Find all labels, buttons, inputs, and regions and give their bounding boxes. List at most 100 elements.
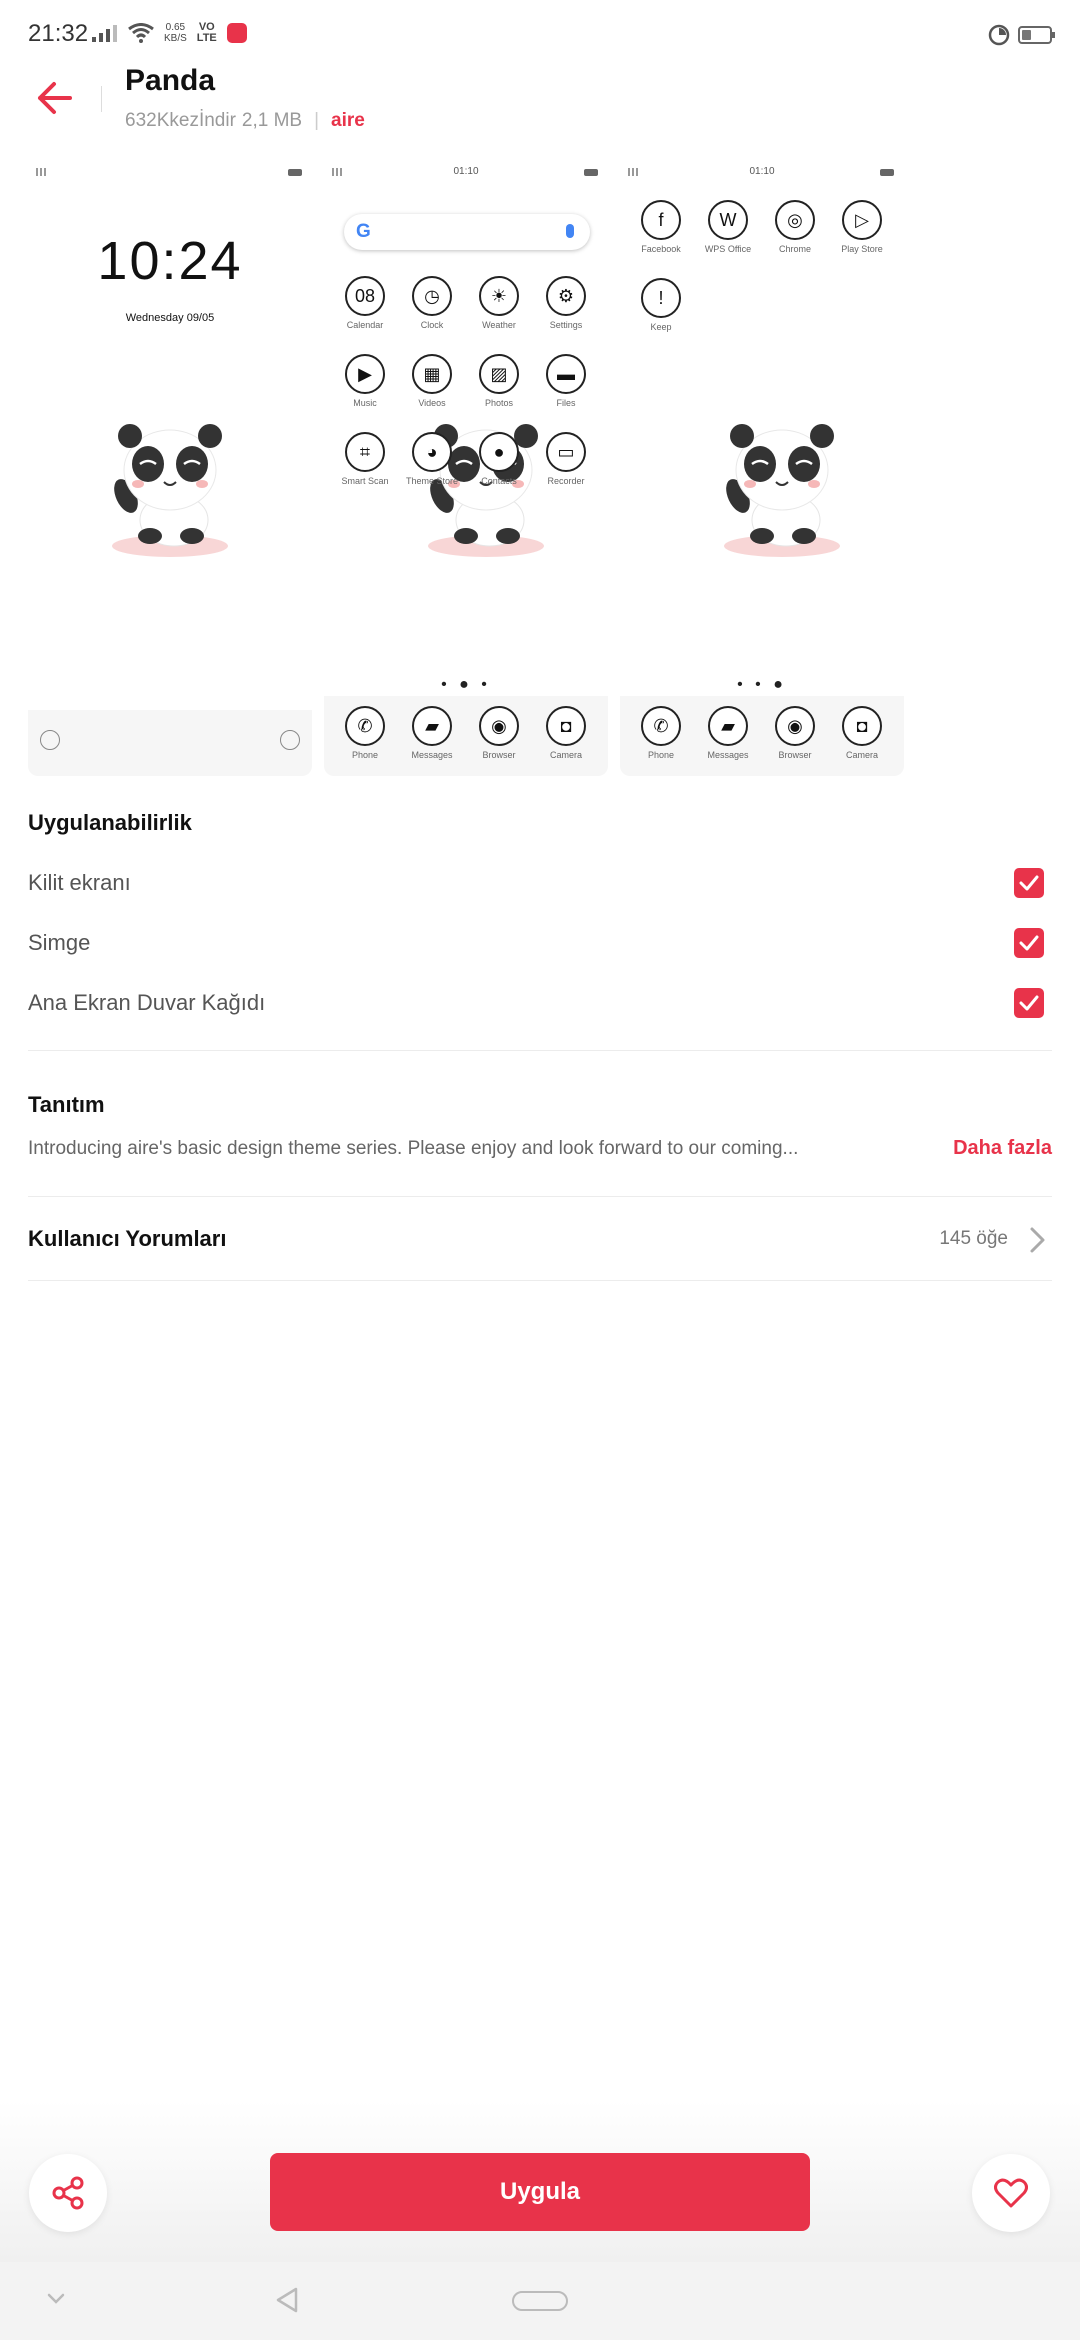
reviews-title: Kullanıcı Yorumları (28, 1226, 227, 1251)
check-icon (1019, 935, 1039, 951)
page-indicator: • ● • (441, 676, 491, 693)
option-home-wallpaper[interactable]: Ana Ekran Duvar Kağıdı (0, 974, 1080, 1034)
download-count: 632Kkezİndir (125, 110, 236, 131)
contacts-icon: ● (479, 432, 519, 472)
heart-icon (994, 2178, 1028, 2208)
share-button[interactable] (29, 2154, 107, 2232)
panda-wallpaper (724, 424, 840, 557)
status-icons: 0.65 KB/S VO LTE (92, 22, 247, 44)
data-saver-icon (988, 24, 1010, 46)
panda-wallpaper (112, 424, 228, 557)
chevron-right-icon (1030, 1227, 1045, 1253)
lock-shortcut-left-icon (40, 730, 60, 750)
browser-icon: ◉ (775, 706, 815, 746)
battery-area (988, 24, 1055, 46)
messages-icon: ▰ (708, 706, 748, 746)
preview-app-wps-office: W WPS Office (697, 200, 759, 254)
battery-icon (1018, 26, 1055, 44)
play-store-icon: ▷ (842, 200, 882, 240)
home2-dock: ✆ Phone ▰ Messages ◉ Browser ◘ Camera (620, 696, 904, 776)
chevron-down-icon[interactable] (46, 2292, 66, 2306)
preview-app-phone: ✆ Phone (630, 706, 692, 760)
preview-app-theme-store: ◕ Theme Store (401, 432, 463, 486)
page-indicator: • • ● (737, 676, 787, 693)
preview-app-videos: ▦ Videos (401, 354, 463, 408)
preview-app-recorder: ▭ Recorder (535, 432, 597, 486)
author-link[interactable]: aire (331, 110, 365, 132)
preview-app-play-store: ▷ Play Store (831, 200, 893, 254)
check-icon (1019, 875, 1039, 891)
google-search-widget: G (344, 214, 590, 250)
volte-indicator: VO LTE (196, 21, 217, 44)
lock-date: Wednesday 09/05 (125, 312, 215, 324)
preview-app-photos: ▨ Photos (468, 354, 530, 408)
clock-icon: ◷ (412, 276, 452, 316)
cell-signal-icon (92, 25, 117, 42)
arrow-left-icon (38, 82, 72, 114)
meta-separator: | (314, 110, 320, 131)
lock-screen-checkbox[interactable] (1014, 868, 1044, 898)
wifi-icon (128, 23, 154, 43)
camera-icon: ◘ (546, 706, 586, 746)
messages-icon: ▰ (412, 706, 452, 746)
preview-app-camera: ◘ Camera (535, 706, 597, 760)
divider (28, 1050, 1052, 1051)
back-triangle-icon[interactable] (274, 2286, 300, 2314)
preview-app-settings: ⚙ Settings (535, 276, 597, 330)
calendar-icon: 08 (345, 276, 385, 316)
applicability-title: Uygulanabilirlik (28, 810, 192, 835)
preview-app-keep: ! Keep (630, 278, 692, 332)
preview-app-facebook: f Facebook (630, 200, 692, 254)
intro-text: Introducing aire's basic design theme se… (28, 1138, 799, 1159)
phone-icon: ✆ (641, 706, 681, 746)
recorder-icon: ▭ (546, 432, 586, 472)
icons-checkbox[interactable] (1014, 928, 1044, 958)
preview-app-smart-scan: ⌗ Smart Scan (334, 432, 396, 486)
theme-title: Panda (125, 64, 216, 97)
preview-app-messages: ▰ Messages (697, 706, 759, 760)
preview-app-messages: ▰ Messages (401, 706, 463, 760)
keep-icon: ! (641, 278, 681, 318)
user-reviews-row[interactable]: Kullanıcı Yorumları 145 öğe (0, 1210, 1080, 1268)
preview-app-music: ▶ Music (334, 354, 396, 408)
lock-bottom-shortcuts (28, 710, 312, 776)
option-icons[interactable]: Simge (0, 914, 1080, 974)
notification-app-icon (226, 23, 247, 43)
google-logo-icon: G (356, 221, 371, 242)
check-icon (1019, 995, 1039, 1011)
photos-icon: ▨ (479, 354, 519, 394)
preview-app-browser: ◉ Browser (468, 706, 530, 760)
preview-app-files: ▬ Files (535, 354, 597, 408)
preview-home-screen-1[interactable]: 01:10 G 08 Calendar ◷ Clock ☀ Weather ⚙ Setting… (324, 158, 608, 776)
videos-icon: ▦ (412, 354, 452, 394)
preview-lock-screen[interactable]: 10:24 Wednesday 09/05 (28, 158, 312, 776)
status-time: 21:32 (28, 20, 89, 47)
preview-app-clock: ◷ Clock (401, 276, 463, 330)
back-button[interactable] (36, 80, 90, 120)
preview-app-phone: ✆ Phone (334, 706, 396, 760)
apply-button[interactable]: Uygula (270, 2153, 810, 2231)
preview-app-calendar: 08 Calendar (334, 276, 396, 330)
preview-carousel[interactable]: 10:24 Wednesday 09/05 01:10 G 08 Calenda… (28, 158, 1080, 778)
settings-icon: ⚙ (546, 276, 586, 316)
home-button[interactable] (512, 2291, 568, 2311)
preview-home-screen-2[interactable]: 01:10 f Facebook W WPS Office ◎ Chrome ▷ Play S… (620, 158, 904, 776)
theme-meta: 632Kkezİndir 2,1 MB | aire (125, 110, 365, 132)
system-nav-bar (0, 2262, 1080, 2340)
divider (28, 1196, 1052, 1197)
preview-app-contacts: ● Contacts (468, 432, 530, 486)
theme-store-icon: ◕ (412, 432, 452, 472)
chrome-icon: ◎ (775, 200, 815, 240)
smart-scan-icon: ⌗ (345, 432, 385, 472)
reviews-count: 145 öğe (939, 1228, 1008, 1249)
facebook-icon: f (641, 200, 681, 240)
favorite-button[interactable] (972, 2154, 1050, 2232)
lock-clock: 10:24 (97, 231, 243, 291)
home-wallpaper-checkbox[interactable] (1014, 988, 1044, 1018)
browser-icon: ◉ (479, 706, 519, 746)
option-lock-screen[interactable]: Kilit ekranı (0, 854, 1080, 914)
camera-icon: ◘ (842, 706, 882, 746)
divider (28, 1280, 1052, 1281)
read-more-link[interactable]: Daha fazla (953, 1137, 1052, 1160)
preview-app-camera: ◘ Camera (831, 706, 893, 760)
